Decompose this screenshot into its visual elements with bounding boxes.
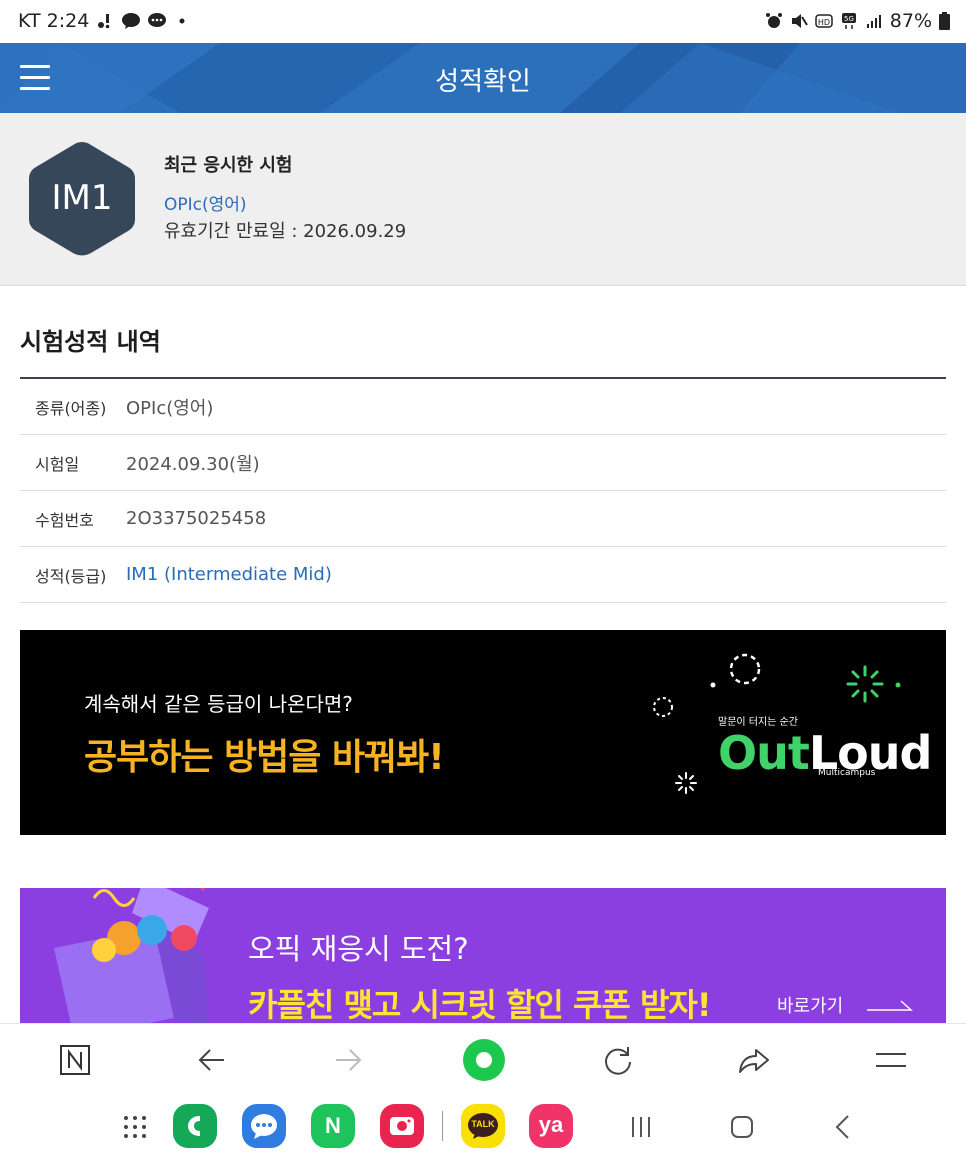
grade-badge: IM1	[27, 140, 137, 258]
share-icon[interactable]	[734, 1040, 774, 1080]
forward-arrow-icon[interactable]	[328, 1040, 368, 1080]
table-row: 수험번호 2O3375025458	[20, 491, 946, 547]
kakaotalk-label: TALK	[471, 1119, 495, 1129]
battery-level: 87%	[889, 10, 932, 32]
system-nav-bar: N TALK ya	[0, 1095, 966, 1160]
chat-notification-icon	[148, 13, 167, 27]
phone-icon	[188, 1116, 200, 1136]
row-label: 종류(어종)	[35, 398, 107, 418]
status-bar: KT 2:24 HD 5G 87%	[0, 0, 966, 44]
yanolja-app-letters: ya	[538, 1112, 564, 1137]
battery-icon	[939, 12, 950, 30]
dock-divider	[442, 1111, 443, 1141]
outloud-headline: 공부하는 방법을 바꿔봐!	[84, 737, 445, 778]
row-label: 수험번호	[35, 510, 94, 530]
status-left: KT 2:24	[18, 10, 191, 32]
status-right: HD 5G 87%	[765, 10, 950, 32]
app-header: 성적확인	[0, 43, 966, 113]
yanolja-app-icon[interactable]: ya	[529, 1104, 573, 1148]
table-row: 성적(등급) IM1 (Intermediate Mid)	[20, 547, 946, 603]
recent-exam-summary: IM1 최근 응시한 시험 OPIc(영어) 유효기간 만료일 : 2026.0…	[0, 113, 966, 286]
home-button-icon[interactable]	[728, 1113, 756, 1141]
promo-banner[interactable]: 오픽 재응시 도전? 카플친 맺고 시크릿 할인 쿠폰 받자! 바로가기	[20, 888, 946, 1023]
signal-icon	[866, 15, 881, 28]
phone-app-icon[interactable]	[173, 1104, 217, 1148]
carrier-time: KT 2:24	[18, 10, 90, 32]
row-label: 성적(등급)	[35, 566, 107, 586]
naver-app-letter: N	[325, 1113, 341, 1138]
outloud-banner[interactable]: 계속해서 같은 등급이 나온다면? 공부하는 방법을 바꿔봐! 말문이 터지는 …	[20, 630, 946, 835]
camera-app-icon[interactable]	[380, 1104, 424, 1148]
page-title: 성적확인	[435, 67, 531, 97]
row-value: OPIc(영어)	[126, 397, 214, 419]
recent-exam-title: 최근 응시한 시험	[164, 155, 293, 176]
svg-text:5G: 5G	[844, 15, 854, 23]
row-label: 시험일	[35, 454, 80, 474]
promo-link[interactable]: 바로가기	[777, 992, 843, 1018]
talk-notification-icon	[122, 13, 141, 29]
naver-home-icon[interactable]	[55, 1040, 95, 1080]
promo-subtitle: 오픽 재응시 도전?	[248, 932, 469, 966]
system-back-icon[interactable]	[830, 1113, 856, 1141]
back-arrow-icon[interactable]	[192, 1040, 232, 1080]
footprint-notification-icon	[98, 14, 110, 29]
hd-voice-icon: HD	[815, 14, 833, 28]
messages-app-icon[interactable]	[242, 1104, 286, 1148]
dot-indicator-icon	[179, 18, 185, 24]
browser-toolbar	[0, 1023, 966, 1095]
outloud-logo-sub: Multicampus	[818, 768, 876, 778]
history-table: 종류(어종) OPIc(영어) 시험일 2024.09.30(월) 수험번호 2…	[20, 377, 946, 603]
arrow-right-icon	[867, 1000, 913, 1011]
table-row: 종류(어종) OPIc(영어)	[20, 379, 946, 435]
recent-apps-icon[interactable]	[628, 1114, 654, 1140]
row-value: 2O3375025458	[126, 508, 267, 529]
expiry-date: 유효기간 만료일 : 2026.09.29	[164, 221, 407, 242]
grade-text: IM1	[51, 178, 113, 218]
green-dot-icon[interactable]	[462, 1038, 506, 1082]
more-menu-icon[interactable]	[871, 1040, 911, 1080]
outloud-subtitle: 계속해서 같은 등급이 나온다면?	[84, 692, 353, 716]
naver-app-icon[interactable]: N	[311, 1104, 355, 1148]
message-bubble-icon	[251, 1114, 277, 1139]
gift-box-icon	[54, 888, 209, 1023]
table-row: 시험일 2024.09.30(월)	[20, 435, 946, 491]
alarm-icon	[765, 13, 782, 28]
mute-icon	[791, 14, 808, 28]
app-grid-icon[interactable]	[122, 1114, 148, 1140]
recent-exam-type: OPIc(영어)	[164, 195, 247, 215]
refresh-icon[interactable]	[598, 1040, 638, 1080]
grade-value: IM1 (Intermediate Mid)	[126, 564, 332, 585]
camera-icon	[390, 1117, 414, 1135]
logo-out: Out	[718, 726, 810, 780]
svg-text:HD: HD	[818, 18, 830, 27]
kakaotalk-app-icon[interactable]: TALK	[461, 1104, 505, 1148]
5g-icon: 5G	[841, 13, 856, 29]
history-title: 시험성적 내역	[20, 328, 161, 356]
row-value: 2024.09.30(월)	[126, 453, 260, 475]
promo-headline: 카플친 맺고 시크릿 할인 쿠폰 받자!	[248, 986, 711, 1023]
